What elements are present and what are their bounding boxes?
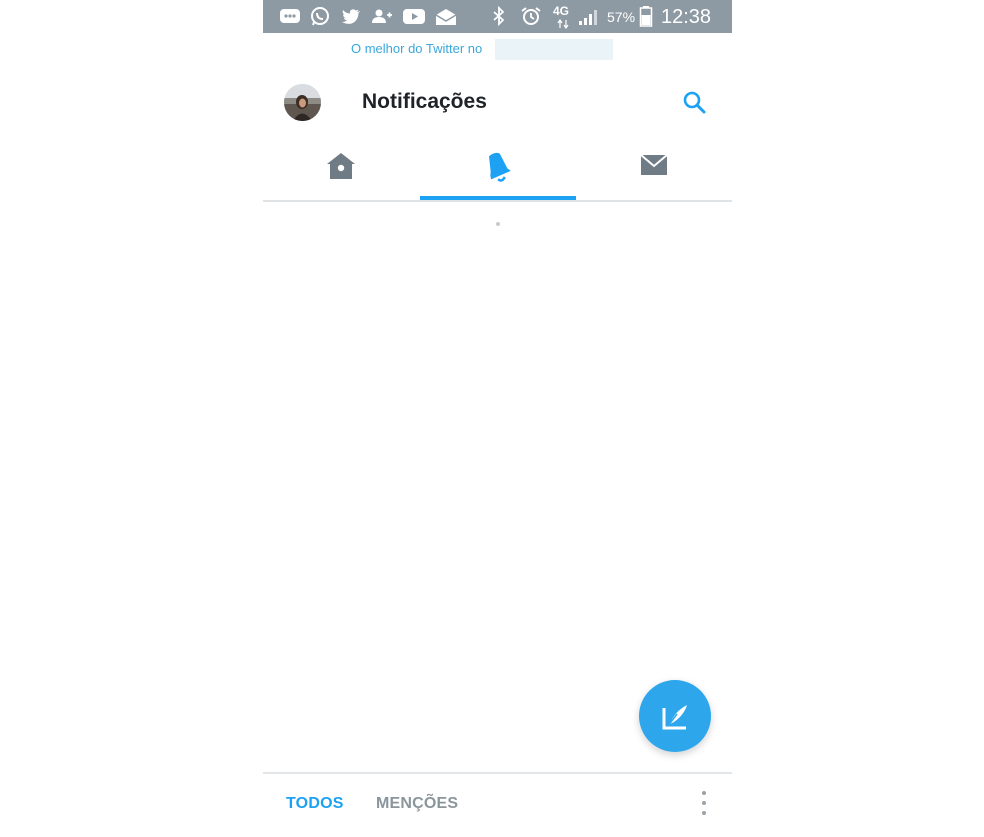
network-4g-icon: 4G [553,4,570,18]
battery-icon [639,6,653,27]
message-icon [280,9,300,23]
bluetooth-icon [493,6,505,27]
tab-divider [263,200,732,202]
compose-tweet-button[interactable] [639,680,711,752]
app-screen: 4G 57% 12:38 O melhor do Twitter no Noti… [263,0,732,837]
more-vertical-icon[interactable] [695,788,713,818]
whatsapp-icon [311,7,329,26]
signal-icon [579,10,597,25]
tab-notifications[interactable] [420,140,576,202]
envelope-icon [640,154,668,175]
clock: 12:38 [661,6,712,28]
avatar[interactable] [284,84,321,121]
tab-messages[interactable] [576,140,732,202]
status-bar: 4G 57% 12:38 [263,0,732,33]
redacted-area [495,39,613,60]
compose-tweet-icon [662,705,687,730]
tab-home[interactable] [263,140,419,202]
search-icon[interactable] [680,88,710,118]
bottom-divider [263,772,732,774]
network-arrows-icon [557,19,569,29]
youtube-icon [403,9,425,24]
email-icon [435,9,457,25]
active-tab-indicator [420,196,576,200]
alarm-icon [521,7,541,25]
add-contact-icon [372,9,392,23]
filter-mentions-tab[interactable]: MENÇÕES [376,795,458,813]
filter-all-tab[interactable]: TODOS [286,795,344,813]
twitter-bird-icon [342,9,360,24]
promo-banner-text[interactable]: O melhor do Twitter no [351,41,482,56]
bell-icon [489,152,511,182]
page-title: Notificações [362,90,487,113]
home-icon [327,153,355,179]
battery-percent: 57% [607,9,636,25]
loading-indicator [496,222,500,226]
